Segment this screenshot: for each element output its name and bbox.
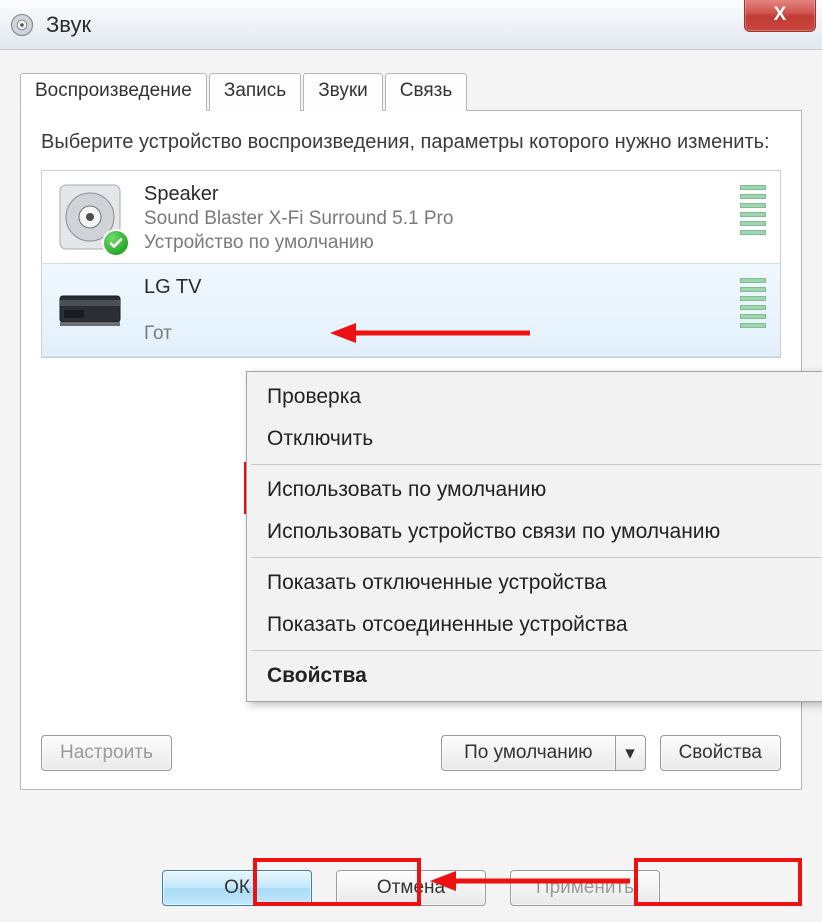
hdmi-device-icon xyxy=(52,272,128,348)
level-meter xyxy=(740,272,770,328)
menu-separator xyxy=(251,464,821,465)
menu-item-set-default-comm[interactable]: Использовать устройство связи по умолчан… xyxy=(249,511,822,553)
tab-sounds[interactable]: Звуки xyxy=(303,73,383,111)
device-item-speaker[interactable]: Speaker Sound Blaster X-Fi Surround 5.1 … xyxy=(42,171,780,263)
instruction-text: Выберите устройство воспроизведения, пар… xyxy=(41,129,781,156)
device-subtitle: Sound Blaster X-Fi Surround 5.1 Pro xyxy=(144,208,724,230)
set-default-button[interactable]: По умолчанию xyxy=(441,735,616,771)
set-default-split-button[interactable]: По умолчанию ▾ xyxy=(441,735,646,771)
menu-separator xyxy=(251,650,821,651)
dialog-button-row: ОК Отмена Применить xyxy=(0,870,822,906)
level-meter xyxy=(740,179,770,235)
panel-button-row: Настроить По умолчанию ▾ Свойства xyxy=(41,735,781,771)
device-status: Гот xyxy=(144,323,724,345)
window-title: Звук xyxy=(46,12,91,38)
menu-item-disable[interactable]: Отключить xyxy=(249,418,822,460)
chevron-down-icon: ▾ xyxy=(625,742,635,765)
configure-button[interactable]: Настроить xyxy=(41,735,172,771)
menu-item-test[interactable]: Проверка xyxy=(249,376,822,418)
device-name: LG TV xyxy=(144,276,724,299)
sound-icon xyxy=(8,11,36,39)
tab-playback[interactable]: Воспроизведение xyxy=(20,73,207,111)
device-item-lg-tv[interactable]: LG TV Гот xyxy=(42,263,780,357)
titlebar: Звук X xyxy=(0,0,822,50)
device-list[interactable]: Speaker Sound Blaster X-Fi Surround 5.1 … xyxy=(41,170,781,358)
menu-item-properties[interactable]: Свойства xyxy=(249,655,822,697)
menu-separator xyxy=(251,557,821,558)
close-icon: X xyxy=(774,4,787,26)
cancel-button[interactable]: Отмена xyxy=(336,870,486,906)
properties-button[interactable]: Свойства xyxy=(660,735,781,771)
ok-button[interactable]: ОК xyxy=(162,870,312,906)
close-button[interactable]: X xyxy=(744,0,816,32)
device-status: Устройство по умолчанию xyxy=(144,232,724,254)
tab-strip: Воспроизведение Запись Звуки Связь xyxy=(20,72,802,110)
menu-item-set-default[interactable]: Использовать по умолчанию xyxy=(249,469,822,511)
tab-communications[interactable]: Связь xyxy=(385,73,468,111)
device-name: Speaker xyxy=(144,183,724,206)
speaker-device-icon xyxy=(52,179,128,255)
set-default-dropdown[interactable]: ▾ xyxy=(616,735,646,771)
context-menu: Проверка Отключить Использовать по умолч… xyxy=(246,371,822,702)
menu-item-show-disabled[interactable]: Показать отключенные устройства xyxy=(249,562,822,604)
device-subtitle xyxy=(144,301,724,321)
apply-button[interactable]: Применить xyxy=(510,870,660,906)
default-check-icon xyxy=(102,229,130,257)
menu-item-show-disconnected[interactable]: Показать отсоединенные устройства xyxy=(249,604,822,646)
tab-recording[interactable]: Запись xyxy=(209,73,301,111)
